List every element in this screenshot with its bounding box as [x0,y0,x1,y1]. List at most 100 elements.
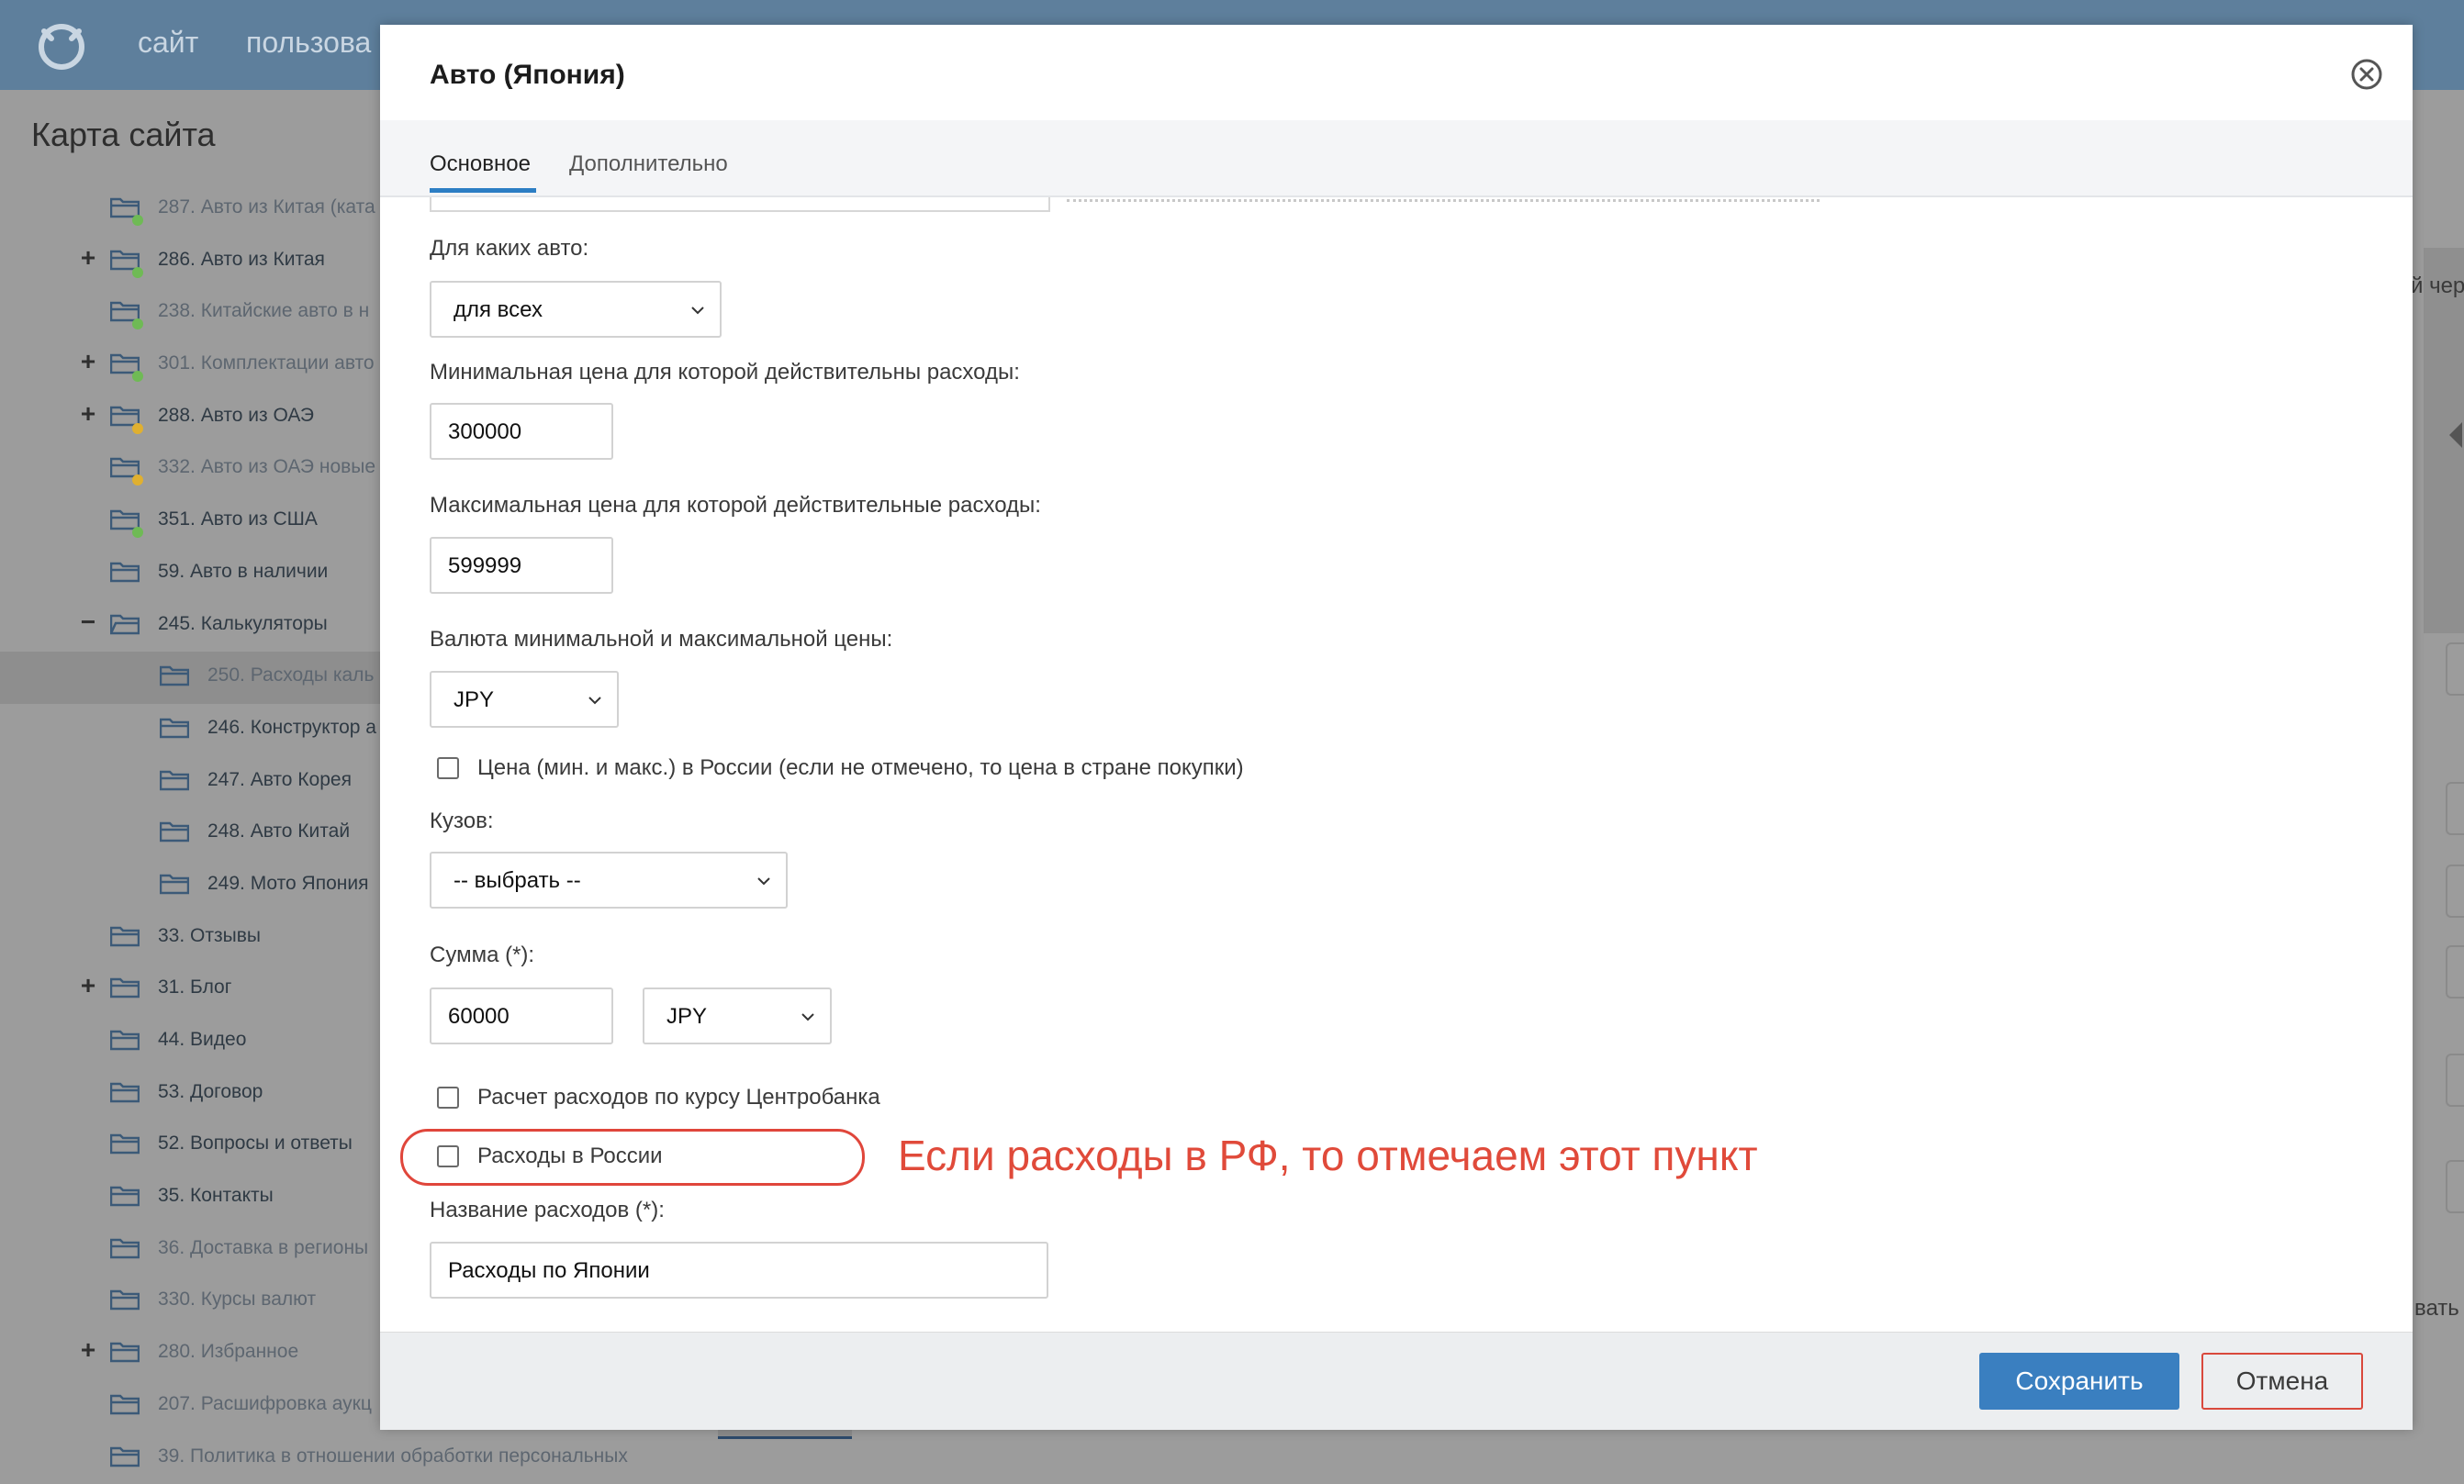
currency-value: JPY [454,687,494,713]
max-price-input[interactable]: 599999 [430,537,613,594]
sidebar-tree-item-label[interactable]: 52. Вопросы и ответы [158,1133,353,1155]
expand-icon[interactable]: + [77,347,99,376]
folder-icon [110,1393,140,1415]
sidebar-tree-item-label[interactable]: 31. Блог [158,976,231,999]
partial-hint-text [1067,199,1820,207]
price-in-russia-label[interactable]: Цена (мин. и макс.) в России (если не от… [477,755,1244,781]
sidebar-tree-item-label[interactable]: 59. Авто в наличии [158,561,328,583]
body-label: Кузов: [430,809,493,834]
right-panel-control[interactable] [2446,1054,2464,1107]
sidebar-title: Карта сайта [31,116,216,154]
cancel-button[interactable]: Отмена [2201,1353,2363,1410]
sidebar-tree-item-label[interactable]: 245. Калькуляторы [158,613,328,635]
status-dot-icon [132,318,143,329]
cbr-rate-checkbox[interactable] [437,1087,459,1109]
sum-currency-select[interactable]: JPY [643,987,832,1044]
active-tab-indicator [430,188,536,193]
folder-icon [160,664,189,686]
sidebar-tree-item-label[interactable]: 248. Авто Китай [207,820,350,842]
sidebar-tree-item-label[interactable]: 247. Авто Корея [207,769,352,791]
sidebar-tree-item-label[interactable]: 53. Договор [158,1081,263,1103]
sidebar-tree-item-label[interactable]: 44. Видео [158,1029,246,1051]
status-dot-icon [132,527,143,538]
annotation-text: Если расходы в РФ, то отмечаем этот пунк… [898,1131,1758,1180]
folder-icon [110,1185,140,1207]
min-price-label: Минимальная цена для которой действитель… [430,360,1020,385]
sidebar-tree-item-label[interactable]: 238. Китайские авто в н [158,300,369,322]
folder-icon [160,717,189,739]
tab-additional[interactable]: Дополнительно [569,151,728,177]
right-panel-control[interactable] [2446,865,2464,918]
nav-users[interactable]: пользова [246,26,371,60]
currency-select[interactable]: JPY [430,671,619,728]
max-price-value: 599999 [448,553,521,579]
logo-icon[interactable] [35,18,88,72]
sidebar-tree-item-label[interactable]: 301. Комплектации авто [158,352,375,374]
sidebar-tree-item-label[interactable]: 35. Контакты [158,1185,274,1207]
status-dot-icon [132,267,143,278]
sidebar-tree-item-label[interactable]: 250. Расходы каль [207,664,374,686]
collapse-icon[interactable]: − [77,608,99,637]
price-in-russia-checkbox[interactable] [437,757,459,779]
save-button[interactable]: Сохранить [1979,1353,2179,1410]
sidebar-tree-item-label[interactable]: 33. Отзывы [158,925,261,947]
modal-tabs: Основное Дополнительно [380,120,2413,197]
sidebar-tree-item-label[interactable]: 288. Авто из ОАЭ [158,405,314,427]
car-type-label: Для каких авто: [430,236,588,262]
folder-icon [110,976,140,999]
sidebar-tree-item-label[interactable]: 330. Курсы валют [158,1289,316,1311]
sum-input[interactable]: 60000 [430,987,613,1044]
folder-icon [110,925,140,947]
right-panel-control[interactable] [2446,1160,2464,1213]
partial-input-field[interactable] [430,197,1050,212]
sidebar-tree-item-label[interactable]: 36. Доставка в регионы [158,1237,368,1259]
sidebar-tree-item-label[interactable]: 287. Авто из Китая (ката [158,196,375,218]
status-dot-icon [132,474,143,485]
folder-icon [110,561,140,583]
expense-modal: Авто (Япония) Основное Дополнительно Для… [380,25,2413,1429]
nav-site[interactable]: сайт [138,26,198,60]
expenses-russia-checkbox[interactable] [437,1145,459,1167]
body-select[interactable]: -- выбрать -- [430,852,788,909]
car-type-select[interactable]: для всех [430,281,722,338]
currency-label: Валюта минимальной и максимальной цены: [430,627,892,653]
min-price-value: 300000 [448,419,521,445]
sidebar-tree-item-label[interactable]: 332. Авто из ОАЭ новые [158,456,375,478]
expense-name-input[interactable]: Расходы по Японии [430,1242,1048,1299]
right-panel-text-bottom: вать [2414,1296,2459,1322]
right-panel-control[interactable] [2446,642,2464,696]
car-type-value: для всех [454,297,543,323]
sum-label: Сумма (*): [430,943,534,968]
chevron-down-icon [795,1004,821,1030]
expand-icon[interactable]: + [77,399,99,429]
right-panel-control[interactable] [2446,945,2464,999]
sidebar-tree-item-label[interactable]: 246. Конструктор а [207,717,376,739]
folder-icon [110,1445,140,1467]
cbr-rate-label[interactable]: Расчет расходов по курсу Центробанка [477,1085,880,1110]
sidebar-tree-item[interactable]: 39. Политика в отношении обработки персо… [0,1433,684,1484]
sidebar-tree-item-label[interactable]: 207. Расшифровка аукц [158,1393,372,1415]
sidebar-tree-item-label[interactable]: 351. Авто из США [158,508,318,530]
expense-name-label: Название расходов (*): [430,1198,665,1223]
folder-icon [110,1341,140,1363]
expand-icon[interactable]: + [77,243,99,273]
folder-icon [160,873,189,895]
sidebar-tree-item-label[interactable]: 286. Авто из Китая [158,249,325,271]
tab-main[interactable]: Основное [430,151,531,177]
min-price-input[interactable]: 300000 [430,403,613,460]
close-icon[interactable] [2350,58,2383,91]
modal-title: Авто (Япония) [430,60,625,91]
expand-icon[interactable]: + [77,1335,99,1365]
sidebar-tree-item-label[interactable]: 39. Политика в отношении обработки персо… [158,1445,628,1467]
sum-currency-value: JPY [666,1004,707,1030]
collapse-arrow-icon[interactable] [2449,422,2462,448]
sidebar-tree-item-label[interactable]: 249. Мото Япония [207,873,368,895]
right-panel-control[interactable] [2446,782,2464,835]
body-value: -- выбрать -- [454,868,581,894]
sidebar-tree-item-label[interactable]: 280. Избранное [158,1341,298,1363]
folder-icon [110,1133,140,1155]
right-panel-text-top: й чер [2411,273,2464,299]
expand-icon[interactable]: + [77,971,99,1000]
chevron-down-icon [751,868,777,894]
expenses-russia-label[interactable]: Расходы в России [477,1144,663,1169]
